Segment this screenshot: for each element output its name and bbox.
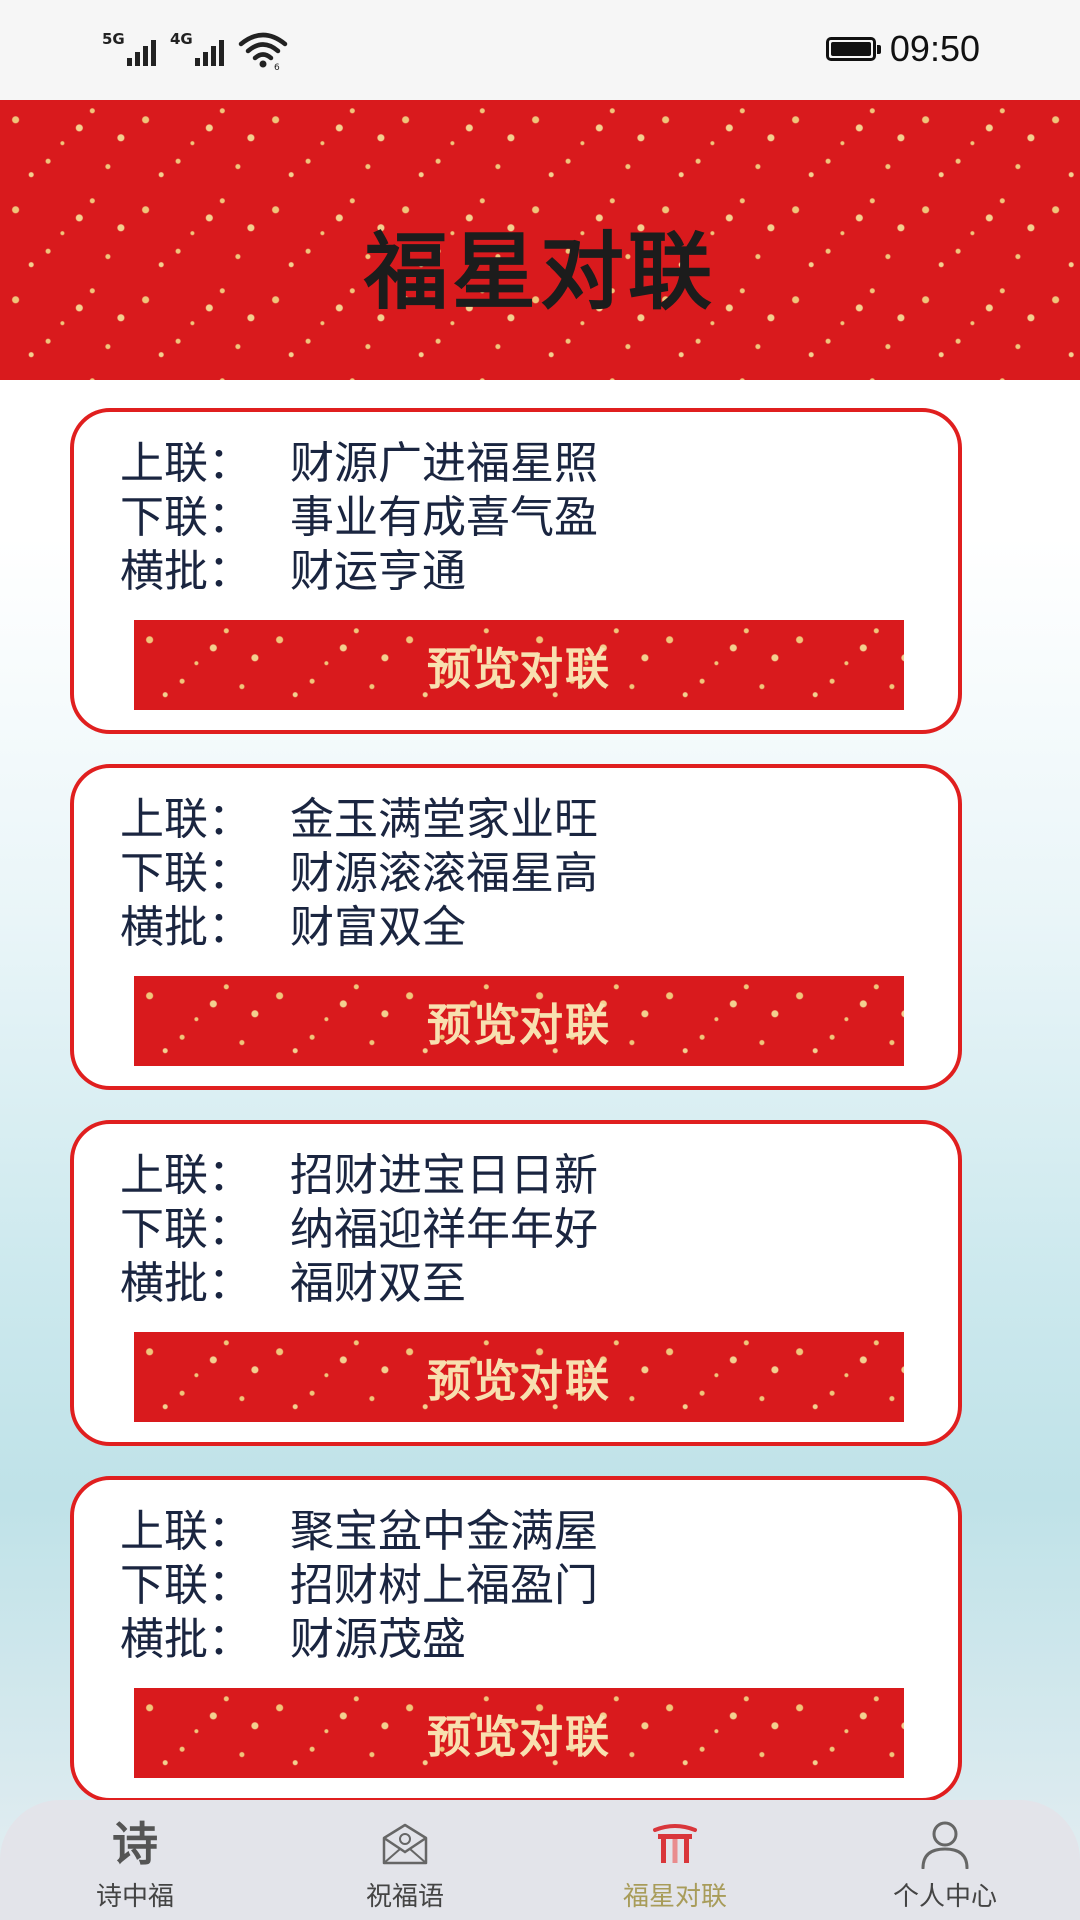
upper-line: 上联： 招财进宝日日新	[120, 1144, 598, 1201]
tab-label: 个人中心	[892, 1882, 997, 1912]
couplet-card: 上联： 财源广进福星照 下联： 事业有成喜气盈 横批： 财运亨通 预览对联	[70, 408, 962, 734]
preview-couplet-button[interactable]: 预览对联	[134, 620, 904, 710]
status-bar: 5G 4G 6 09:50	[0, 0, 1080, 100]
wifi-icon: 6	[238, 32, 288, 70]
envelope-icon	[375, 1818, 435, 1870]
signal-indicators: 5G 4G 6	[102, 30, 288, 70]
tab-greetings[interactable]: 祝福语	[270, 1800, 540, 1920]
couplet-card: 上联： 聚宝盆中金满屋 下联： 招财树上福盈门 横批： 财源茂盛 预览对联	[70, 1476, 962, 1802]
tab-label: 诗中福	[95, 1882, 174, 1912]
horizontal-line: 横批： 财富双全	[120, 896, 598, 953]
preview-couplet-button[interactable]: 预览对联	[134, 976, 904, 1066]
horizontal-key: 横批：	[120, 1258, 252, 1309]
preview-couplet-button[interactable]: 预览对联	[134, 1688, 904, 1778]
status-time: 09:50	[889, 28, 980, 69]
tab-label: 福星对联	[622, 1882, 727, 1912]
horizontal-key: 横批：	[120, 546, 252, 597]
lower-line: 下联： 事业有成喜气盈	[120, 486, 598, 543]
horizontal-text: 财富双全	[290, 902, 466, 953]
horizontal-line: 横批： 财源茂盛	[120, 1608, 598, 1665]
upper-line: 上联： 聚宝盆中金满屋	[120, 1500, 598, 1557]
tab-couplets[interactable]: 福星对联	[540, 1800, 810, 1920]
signal-4g-label: 4G	[170, 30, 193, 48]
upper-line: 上联： 财源广进福星照	[120, 432, 598, 489]
lower-line: 下联： 招财树上福盈门	[120, 1554, 598, 1611]
upper-line: 上联： 金玉满堂家业旺	[120, 788, 598, 845]
gate-icon	[645, 1818, 705, 1870]
header-banner: 福星对联	[0, 100, 1080, 380]
bottom-nav: 诗 诗中福 祝福语 福星对联 个人中心	[0, 1800, 1080, 1920]
battery-icon	[825, 37, 881, 61]
horizontal-key: 横批：	[120, 902, 252, 953]
page-title: 福星对联	[363, 222, 716, 321]
lower-line: 下联： 财源滚滚福星高	[120, 842, 598, 899]
svg-text:6: 6	[274, 63, 280, 70]
tab-poem-blessings[interactable]: 诗 诗中福	[0, 1800, 270, 1920]
tab-label: 祝福语	[365, 1882, 444, 1912]
tab-profile[interactable]: 个人中心	[810, 1800, 1080, 1920]
battery-time: 09:50	[825, 28, 980, 70]
person-icon	[915, 1818, 975, 1870]
poem-icon: 诗	[105, 1818, 165, 1870]
horizontal-line: 横批： 财运亨通	[120, 540, 598, 597]
couplet-card: 上联： 金玉满堂家业旺 下联： 财源滚滚福星高 横批： 财富双全 预览对联	[70, 764, 962, 1090]
horizontal-text: 财源茂盛	[290, 1614, 466, 1665]
horizontal-text: 福财双至	[290, 1258, 466, 1309]
couplet-card: 上联： 招财进宝日日新 下联： 纳福迎祥年年好 横批： 福财双至 预览对联	[70, 1120, 962, 1446]
signal-4g-icon: 4G	[170, 30, 224, 70]
signal-5g-icon: 5G	[102, 30, 156, 70]
lower-line: 下联： 纳福迎祥年年好	[120, 1198, 598, 1255]
horizontal-key: 横批：	[120, 1614, 252, 1665]
poem-glyph: 诗	[112, 1817, 158, 1871]
horizontal-text: 财运亨通	[290, 546, 466, 597]
preview-couplet-button[interactable]: 预览对联	[134, 1332, 904, 1422]
horizontal-line: 横批： 福财双至	[120, 1252, 598, 1309]
signal-5g-label: 5G	[102, 30, 125, 48]
